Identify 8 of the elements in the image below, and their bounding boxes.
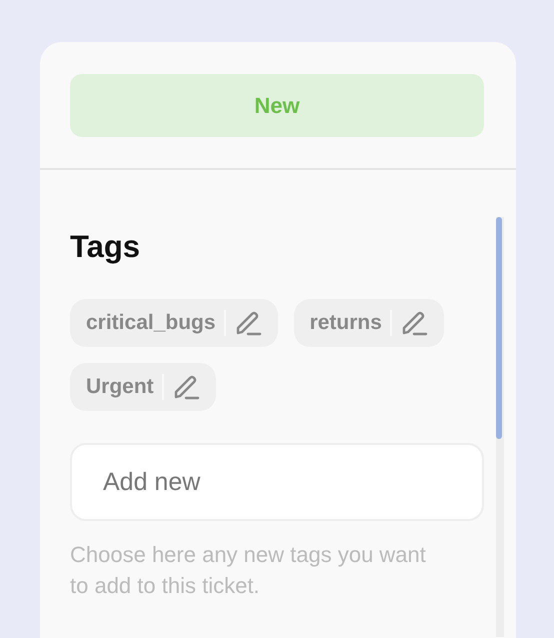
hint-text: Choose here any new tags you want to add to this ticket. bbox=[70, 541, 427, 600]
section-title: Tags bbox=[70, 229, 142, 265]
status-badge: New bbox=[70, 74, 484, 137]
tag-chip[interactable]: critical_bugs bbox=[70, 299, 278, 347]
add-tag-field[interactable]: Add new bbox=[70, 443, 484, 521]
tag-chip[interactable]: Urgent bbox=[70, 363, 216, 411]
tag-chip[interactable]: returns bbox=[294, 299, 444, 347]
scrollbar-thumb[interactable] bbox=[496, 217, 502, 439]
